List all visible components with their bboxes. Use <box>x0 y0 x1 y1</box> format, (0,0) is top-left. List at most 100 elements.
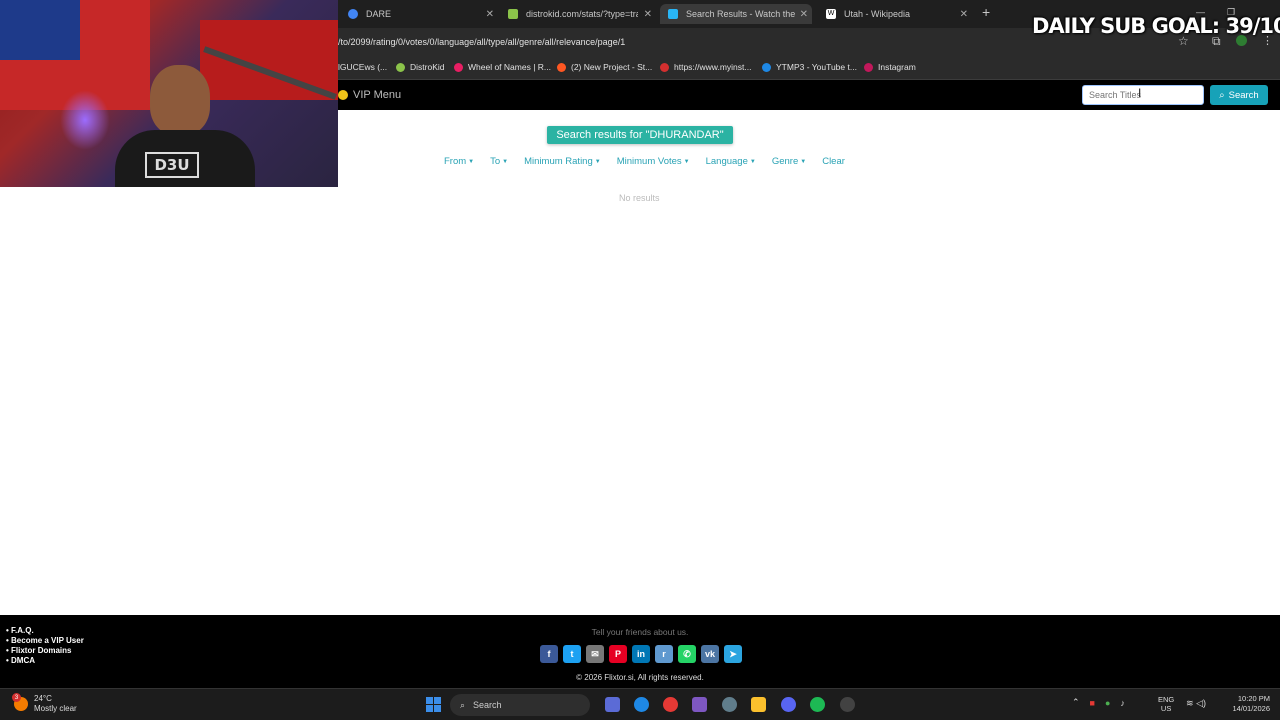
caret-down-icon: ▼ <box>594 158 601 165</box>
close-icon[interactable]: ✕ <box>486 9 494 20</box>
flixtor-domains-link[interactable]: • Flixtor Domains <box>6 646 84 656</box>
date: 14/01/2026 <box>1232 704 1270 713</box>
clock[interactable]: 10:20 PM 14/01/2026 <box>1222 694 1270 714</box>
bookmark-item[interactable]: Instagram <box>864 62 916 72</box>
caret-down-icon: ▼ <box>502 158 509 165</box>
site-icon <box>660 62 669 72</box>
filter-minimum-votes[interactable]: Minimum Votes ▼ <box>617 156 690 167</box>
volume-icon: ◁) <box>1196 698 1206 708</box>
whatsapp-icon[interactable]: ✆ <box>678 645 696 663</box>
tab-label: DARE <box>366 9 392 19</box>
tray-app-icon[interactable]: ● <box>1105 698 1110 708</box>
caret-down-icon: ▼ <box>800 158 807 165</box>
filter-genre[interactable]: Genre ▼ <box>772 156 806 167</box>
telegram-icon[interactable]: ➤ <box>724 645 742 663</box>
tell-friends-text: Tell your friends about us. <box>591 627 689 637</box>
wifi-icon: ≋ <box>1186 698 1194 708</box>
filter-from[interactable]: From ▼ <box>444 156 474 167</box>
flixtor-favicon-icon <box>668 9 678 19</box>
close-icon[interactable]: ✕ <box>960 9 968 20</box>
light-glow <box>60 90 110 150</box>
results-title: Search results for "DHURANDAR" <box>547 126 733 144</box>
caret-down-icon: ▼ <box>683 158 690 165</box>
discord-icon[interactable] <box>781 697 796 712</box>
tray-app-icon[interactable]: ■ <box>1090 698 1095 708</box>
notification-badge: 3 <box>12 693 21 702</box>
distrokid-favicon-icon <box>508 9 518 19</box>
wheel-icon <box>454 62 463 72</box>
tab-dare[interactable]: DARE ✕ <box>348 4 494 24</box>
bookmark-item[interactable]: Wheel of Names | R... <box>454 62 551 72</box>
language-indicator[interactable]: ENG US <box>1158 695 1174 713</box>
network-volume-icons[interactable]: ≋ ◁) <box>1186 698 1206 709</box>
wikipedia-favicon-icon: W <box>826 9 836 19</box>
site-footer: • F.A.Q. • Become a VIP User • Flixtor D… <box>0 615 1280 688</box>
windows-start-icon[interactable] <box>426 697 441 712</box>
taskbar-search[interactable]: ⌕ Search <box>450 694 590 716</box>
share-buttons: f t ✉ P in r ✆ vk ➤ <box>540 645 742 663</box>
email-icon[interactable]: ✉ <box>586 645 604 663</box>
tab-search-results[interactable]: Search Results - Watch the Late ✕ <box>660 4 812 24</box>
ytmp3-icon <box>762 62 771 72</box>
new-tab-button[interactable]: + <box>982 4 990 20</box>
distrokid-icon <box>396 62 405 72</box>
search-icon: ⌕ <box>460 699 466 710</box>
linkedin-icon[interactable]: in <box>632 645 650 663</box>
file-explorer-icon[interactable] <box>751 697 766 712</box>
bookmark-item[interactable]: lGUCEws (... <box>338 62 387 72</box>
close-icon[interactable]: ✕ <box>800 9 808 20</box>
bookmark-item[interactable]: (2) New Project - St... <box>557 62 652 72</box>
weather-widget[interactable]: 3 24°C Mostly clear <box>12 693 77 714</box>
notepad-icon[interactable] <box>605 697 620 712</box>
weather-desc: Mostly clear <box>34 704 77 713</box>
search-button[interactable]: ⌕ Search <box>1210 85 1268 105</box>
pinterest-icon[interactable]: P <box>609 645 627 663</box>
sub-goal-overlay: DAILY SUB GOAL: 39/100 <box>1032 14 1280 38</box>
time: 10:20 PM <box>1237 694 1270 703</box>
vk-icon[interactable]: vk <box>701 645 719 663</box>
clear-filters-link[interactable]: Clear <box>822 156 845 167</box>
vip-menu-link[interactable]: VIP Menu <box>338 89 401 101</box>
caret-down-icon: ▼ <box>749 158 756 165</box>
weather-temp: 24°C <box>34 694 52 703</box>
caret-down-icon: ▼ <box>468 158 475 165</box>
tab-label: distrokid.com/stats/?type=trac <box>526 9 638 19</box>
filter-bar: From ▼ To ▼ Minimum Rating ▼ Minimum Votes ▼… <box>444 156 845 167</box>
spotify-icon[interactable] <box>810 697 825 712</box>
url-field[interactable]: /to/2099/rating/0/votes/0/language/all/t… <box>338 37 625 47</box>
twitter-icon[interactable]: t <box>563 645 581 663</box>
become-vip-link[interactable]: • Become a VIP User <box>6 636 84 646</box>
bookmark-item[interactable]: https://www.myinst... <box>660 62 751 72</box>
filter-minimum-rating[interactable]: Minimum Rating ▼ <box>524 156 601 167</box>
filter-language[interactable]: Language ▼ <box>706 156 756 167</box>
settings-icon[interactable] <box>722 697 737 712</box>
copilot-icon[interactable] <box>692 697 707 712</box>
chrome-icon[interactable] <box>663 697 678 712</box>
taskbar-search-label: Search <box>473 700 502 710</box>
windows-taskbar: 3 24°C Mostly clear ⌕ Search ⌃ ■ ● ♪ ENG… <box>0 688 1280 720</box>
vip-menu-label: VIP Menu <box>353 89 402 101</box>
bookmark-item[interactable]: DistroKid <box>396 62 444 72</box>
edge-icon[interactable] <box>634 697 649 712</box>
copyright-text: © 2026 Flixtor.si, All rights reserved. <box>576 673 704 682</box>
tab-label: Search Results - Watch the Late <box>686 9 798 19</box>
obs-icon[interactable] <box>840 697 855 712</box>
user-icon <box>338 90 348 100</box>
microphone-icon[interactable]: ♪ <box>1120 698 1125 708</box>
tab-label: Utah - Wikipedia <box>844 9 911 19</box>
close-icon[interactable]: ✕ <box>644 9 652 20</box>
chrome-favicon-icon <box>348 9 358 19</box>
webcam-overlay: D3U <box>0 0 338 187</box>
filter-to[interactable]: To ▼ <box>490 156 508 167</box>
instagram-icon <box>864 62 873 72</box>
facebook-icon[interactable]: f <box>540 645 558 663</box>
reddit-icon[interactable]: r <box>655 645 673 663</box>
text-cursor-icon: I <box>1138 86 1142 100</box>
shirt-logo: D3U <box>145 152 199 178</box>
search-input[interactable] <box>1082 85 1204 105</box>
chevron-up-icon[interactable]: ⌃ <box>1072 697 1080 708</box>
bookmark-item[interactable]: YTMP3 - YouTube t... <box>762 62 857 72</box>
tab-utah-wikipedia[interactable]: W Utah - Wikipedia ✕ <box>826 4 968 24</box>
dmca-link[interactable]: • DMCA <box>6 656 84 666</box>
tab-distrokid[interactable]: distrokid.com/stats/?type=trac ✕ <box>508 4 652 24</box>
